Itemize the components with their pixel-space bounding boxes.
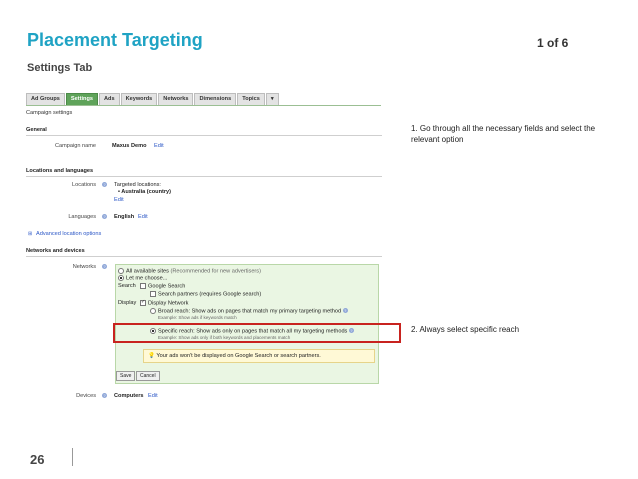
tab-networks[interactable]: Networks xyxy=(158,93,194,105)
checkbox-icon[interactable] xyxy=(150,291,156,297)
locations-edit-link[interactable]: Edit xyxy=(114,197,124,203)
page-number: 26 xyxy=(30,452,45,467)
languages-value: English xyxy=(114,214,135,220)
campaign-name-edit-link[interactable]: Edit xyxy=(154,143,164,149)
campaign-settings-heading: Campaign settings xyxy=(26,110,73,116)
tab-more-dropdown[interactable]: ▾ xyxy=(265,93,279,105)
tab-bar: Ad Groups Settings Ads Keywords Networks… xyxy=(26,93,280,105)
tab-topics[interactable]: Topics xyxy=(237,93,265,105)
help-icon[interactable]: ? xyxy=(342,308,348,314)
slide-title: Placement Targeting xyxy=(27,30,203,50)
tab-dimensions[interactable]: Dimensions xyxy=(194,93,237,105)
warning-box: 💡 Your ads won't be displayed on Google … xyxy=(143,349,375,363)
checkbox-icon[interactable] xyxy=(140,283,146,289)
campaign-name-label: Campaign name xyxy=(54,143,96,149)
locations-section-title: Locations and languages xyxy=(26,168,94,174)
search-partners-checkbox[interactable]: Search partners (requires Google search) xyxy=(150,291,261,297)
display-row-label: Display xyxy=(118,300,137,306)
tab-ad-groups[interactable]: Ad Groups xyxy=(26,93,65,105)
networks-label: Networks xyxy=(72,264,96,270)
let-me-choose-option[interactable]: Let me choose... xyxy=(118,275,167,281)
callout-2: 2. Always select specific reach xyxy=(411,325,520,334)
broad-reach-example: Example: Show ads if keywords match xyxy=(158,315,237,320)
divider xyxy=(26,135,382,136)
lightbulb-icon: 💡 xyxy=(148,353,155,359)
expand-plus-icon[interactable]: ⊞ xyxy=(28,231,32,237)
devices-edit-link[interactable]: Edit xyxy=(148,393,158,399)
cancel-button[interactable]: Cancel xyxy=(136,371,160,381)
languages-label: Languages xyxy=(68,214,96,220)
divider xyxy=(26,256,382,257)
radio-selected-icon[interactable] xyxy=(118,275,124,281)
google-search-checkbox[interactable]: Google Search xyxy=(140,283,185,289)
page-count: 1 of 6 xyxy=(537,36,569,50)
help-icon[interactable]: ? xyxy=(102,182,107,187)
broad-reach-option[interactable]: Broad reach: Show ads on pages that matc… xyxy=(150,308,348,314)
slide-subtitle: Settings Tab xyxy=(27,62,93,74)
radio-icon[interactable] xyxy=(150,308,156,314)
locations-label: Locations xyxy=(72,182,96,188)
callout-1: 1. Go through all the necessary fields a… xyxy=(411,124,596,144)
advanced-location-options-link[interactable]: Advanced location options xyxy=(36,231,101,237)
all-sites-option[interactable]: All available sites (Recommended for new… xyxy=(118,268,261,274)
targeted-location-value: • Australia (country) xyxy=(118,189,172,195)
tab-underline xyxy=(26,105,381,106)
divider xyxy=(26,176,382,177)
settings-screenshot: Ad Groups Settings Ads Keywords Networks… xyxy=(26,91,390,411)
targeted-locations-label: Targeted locations: xyxy=(114,182,161,188)
help-icon[interactable]: ? xyxy=(102,393,107,398)
search-row-label: Search xyxy=(118,283,136,289)
campaign-name-value: Maxus Demo xyxy=(112,143,147,149)
display-network-checkbox[interactable]: Display Network xyxy=(140,299,188,306)
tab-ads[interactable]: Ads xyxy=(98,93,120,105)
tab-keywords[interactable]: Keywords xyxy=(120,93,158,105)
languages-edit-link[interactable]: Edit xyxy=(138,214,148,220)
tab-settings[interactable]: Settings xyxy=(65,93,98,105)
specific-reach-highlight xyxy=(113,323,401,343)
networks-section-title: Networks and devices xyxy=(26,248,85,254)
radio-icon[interactable] xyxy=(118,268,124,274)
help-icon[interactable]: ? xyxy=(102,264,107,269)
help-icon[interactable]: ? xyxy=(102,214,107,219)
checkbox-checked-icon[interactable] xyxy=(140,299,146,306)
devices-value: Computers xyxy=(114,393,144,399)
devices-label: Devices xyxy=(76,393,96,399)
footer-divider xyxy=(72,448,73,466)
save-button[interactable]: Save xyxy=(116,371,136,381)
general-section-title: General xyxy=(26,127,47,133)
